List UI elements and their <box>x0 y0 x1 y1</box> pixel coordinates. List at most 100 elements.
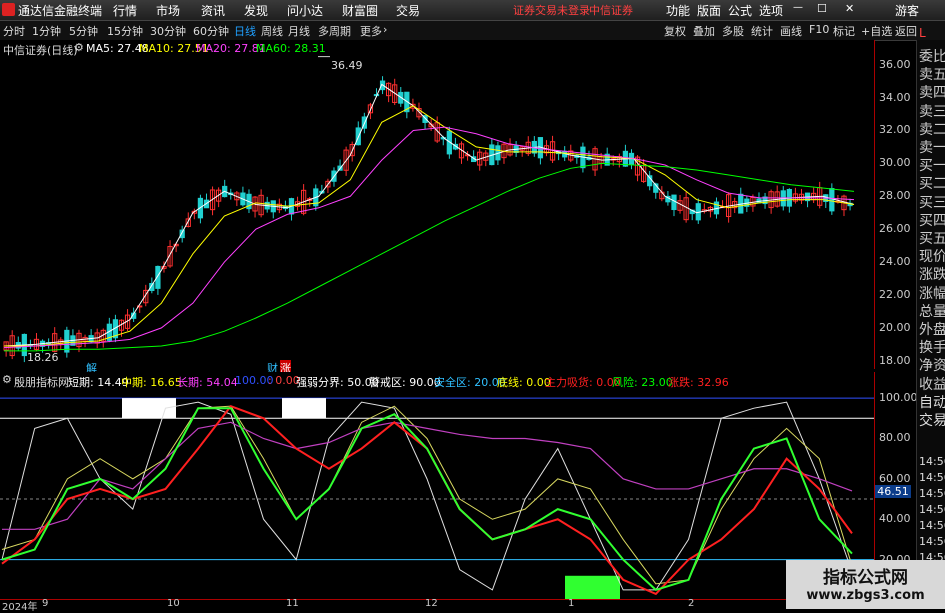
sidebar-top-label: L <box>919 26 926 40</box>
title-bar: 通达信金融终端 行情 市场 资讯 发现 问小达 财富圈 交易 证券交易未登录 中… <box>0 0 945 21</box>
menu-item-layout[interactable]: 版面 <box>697 2 721 19</box>
tool-multistock[interactable]: 多股 <box>722 23 744 39</box>
menu-item-trade[interactable]: 交易 <box>396 2 420 19</box>
period-intraday[interactable]: 分时 <box>3 23 25 39</box>
sidebar-quote-field: 净资 <box>919 358 945 375</box>
watermark-box: 指标公式网 www.zbgs3.com <box>786 560 945 609</box>
low-price-label: 18.26 <box>27 351 59 364</box>
sidebar-quote-field: 卖四 <box>919 85 945 102</box>
tool-mark[interactable]: 标记 <box>833 23 855 39</box>
indicator-legend-item: 底线: 0.00 <box>497 376 551 389</box>
date-month: 2 <box>688 598 695 609</box>
menu-item-quotes[interactable]: 行情 <box>113 2 137 19</box>
menu-item-market[interactable]: 市场 <box>156 2 180 19</box>
price-tick-label: 36.00 <box>879 57 911 71</box>
indicator-chart[interactable]: 殷朋指标网 ⚙ 短期: 14.49 中期: 16.65 长期: 54.04 100.00:… <box>0 372 874 600</box>
period-60min[interactable]: 60分钟 <box>193 23 229 39</box>
indicator-legend-item: 主力吸货: 0.00 <box>545 376 621 389</box>
price-chart[interactable]: 中信证券(日线) ⚙ MA5: 27.48 MA10: 27.51 MA20: … <box>0 40 874 376</box>
ma60-label: MA60: 28.31 <box>256 42 326 55</box>
indicator-legend-item: 短期: 14.49 <box>68 376 129 389</box>
app-logo-icon <box>2 3 15 16</box>
candle-body <box>671 194 677 211</box>
settings-gear-icon[interactable]: ⚙ <box>74 41 84 54</box>
close-icon[interactable]: ✕ <box>845 2 854 15</box>
broker-name[interactable]: 中信证券 <box>589 2 633 18</box>
indicator-settings-icon[interactable]: ⚙ <box>2 373 12 386</box>
sidebar-tick-time: 14:56 <box>919 535 945 548</box>
indicator-tick-label: 40.00 <box>879 512 911 526</box>
tool-add-watch[interactable]: +自选 <box>861 23 892 39</box>
period-daily[interactable]: 日线 <box>234 23 256 39</box>
period-multi[interactable]: 多周期 <box>318 23 351 39</box>
sidebar-tick-time: 14:56 <box>919 455 945 468</box>
sidebar-quote-field: 卖五 <box>919 67 945 84</box>
indicator-legend-item: 警戒区: 90.00 <box>369 376 441 389</box>
indicator-legend-item: 涨跌: 32.96 <box>668 376 729 389</box>
candle-body <box>179 229 185 239</box>
menu-item-news[interactable]: 资讯 <box>201 2 225 19</box>
menu-item-ask[interactable]: 问小达 <box>287 2 323 19</box>
price-tick-label: 28.00 <box>879 189 911 203</box>
period-30min[interactable]: 30分钟 <box>150 23 186 39</box>
sidebar-quote-field: 换手 <box>919 340 945 357</box>
tool-back[interactable]: 返回 <box>895 23 917 39</box>
sidebar-tick-time: 14:56 <box>919 487 945 500</box>
maximize-icon[interactable]: ☐ <box>817 2 827 15</box>
sidebar-quote-field: 外盘 <box>919 322 945 338</box>
sidebar-quote-field: 涨跌 <box>919 267 945 284</box>
guest-label[interactable]: 游客 <box>895 2 919 19</box>
date-month: 9 <box>42 598 49 609</box>
price-axis: 36.00 34.00 32.00 30.00 28.00 26.00 24.00 22.00… <box>874 40 917 369</box>
more-arrow-icon[interactable]: › <box>383 23 387 36</box>
indicator-chart-svg <box>0 397 874 600</box>
tool-stats[interactable]: 统计 <box>751 23 773 39</box>
period-15min[interactable]: 15分钟 <box>107 23 143 39</box>
indicator-legend-item: 长期: 54.04 <box>177 376 238 389</box>
date-axis: 2024年 9 10 11 12 1 2 <box>0 598 874 613</box>
menu-item-discover[interactable]: 发现 <box>244 2 268 19</box>
indicator-tick-label: 80.00 <box>879 431 911 445</box>
accumulation-zone-box <box>565 575 620 600</box>
indicator-legend-item: 安全区: 20.00 <box>434 376 506 389</box>
sidebar-quote-field: 卖一 <box>919 140 945 156</box>
menu-item-function[interactable]: 功能 <box>666 2 690 19</box>
indicator-legend-item: 风险: 23.00 <box>612 376 673 389</box>
price-chart-svg <box>3 56 855 363</box>
period-monthly[interactable]: 月线 <box>288 23 310 39</box>
sidebar-quote-field: 卖三 <box>919 103 945 120</box>
price-tick-label: 24.00 <box>879 255 911 269</box>
sidebar-quote-field: 买五 <box>919 231 945 247</box>
menu-item-options[interactable]: 选项 <box>759 2 783 19</box>
indicator-tick-label: 60.00 <box>879 471 911 485</box>
date-month: 11 <box>286 598 299 609</box>
period-1min[interactable]: 1分钟 <box>32 23 61 39</box>
tool-adjust[interactable]: 复权 <box>664 23 686 39</box>
price-tick-label: 26.00 <box>879 222 911 236</box>
price-tick-label: 34.00 <box>879 90 911 104</box>
login-notice[interactable]: 证券交易未登录 <box>513 2 590 18</box>
sidebar-quote-field: 买三 <box>919 194 945 211</box>
period-more[interactable]: 更多 <box>360 23 382 39</box>
warning-zone-box <box>282 398 326 419</box>
sidebar-quote-field: 自动 <box>919 394 945 411</box>
sidebar-quote-field: 涨幅 <box>919 285 945 302</box>
price-tick-label: 18.00 <box>879 353 911 367</box>
minimize-icon[interactable]: — <box>793 2 803 13</box>
indicator-name: 殷朋指标网 <box>14 376 69 389</box>
price-tick-label: 32.00 <box>879 123 911 137</box>
tool-draw[interactable]: 画线 <box>780 23 802 39</box>
ma-line-ma10 <box>4 105 855 347</box>
watermark-title: 指标公式网 <box>823 568 908 588</box>
sidebar-quote-field: 买四 <box>919 212 945 229</box>
indicator-legend-item: 强弱分界: 50.00 <box>296 376 379 389</box>
period-5min[interactable]: 5分钟 <box>69 23 98 39</box>
sidebar-quote-field: 总量 <box>919 303 945 320</box>
tool-overlay[interactable]: 叠加 <box>693 23 715 39</box>
tool-f10[interactable]: F10 <box>809 23 829 36</box>
period-weekly[interactable]: 周线 <box>261 23 283 39</box>
sidebar-quote-field: 卖二 <box>919 121 945 138</box>
menu-item-formula[interactable]: 公式 <box>728 2 752 19</box>
menu-item-wealth[interactable]: 财富圈 <box>342 2 378 19</box>
stock-name: 中信证券(日线) <box>3 44 78 57</box>
